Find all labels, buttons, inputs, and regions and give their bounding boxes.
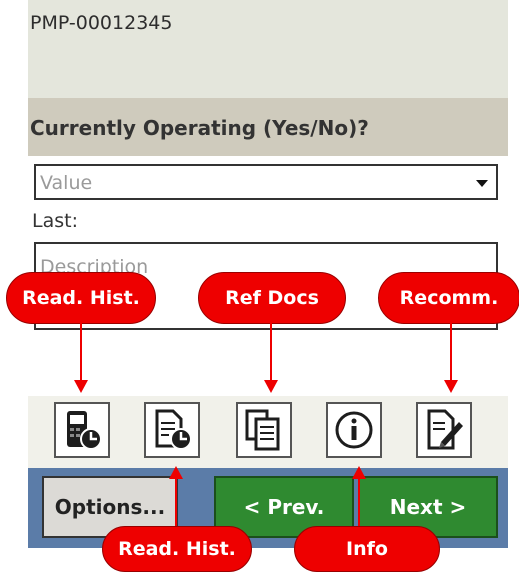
- pointer-read-hist-top: [80, 322, 82, 380]
- arrowhead: [444, 380, 458, 393]
- recommendation-button[interactable]: [416, 402, 472, 458]
- pointer-recomm: [450, 322, 452, 380]
- arrowhead: [169, 466, 183, 479]
- callout-read-hist-bottom: Read. Hist.: [102, 526, 252, 572]
- arrowhead: [74, 380, 88, 393]
- info-icon: [335, 411, 373, 449]
- header-area: PMP-00012345: [28, 0, 508, 98]
- reference-docs-icon: [245, 409, 280, 451]
- last-label: Last:: [32, 210, 78, 232]
- pointer-ref-docs: [270, 322, 272, 380]
- document-history-icon: [155, 409, 192, 450]
- document-history-button[interactable]: [144, 402, 200, 458]
- value-placeholder: Value: [40, 172, 93, 194]
- arrowhead: [264, 380, 278, 393]
- recommendation-icon: [427, 409, 463, 450]
- asset-id: PMP-00012345: [30, 12, 173, 34]
- icon-toolbar: [28, 396, 508, 468]
- info-button[interactable]: [326, 402, 382, 458]
- question-label: Currently Operating (Yes/No)?: [30, 116, 369, 140]
- callout-info: Info: [294, 526, 440, 572]
- device-history-button[interactable]: [54, 402, 110, 458]
- question-bar: Currently Operating (Yes/No)?: [28, 98, 508, 156]
- pointer-info: [358, 478, 360, 526]
- callout-recomm: Recomm.: [378, 272, 519, 324]
- value-dropdown[interactable]: Value: [34, 164, 498, 200]
- callout-read-hist-top: Read. Hist.: [6, 272, 156, 324]
- arrowhead: [352, 466, 366, 479]
- chevron-down-icon[interactable]: [476, 180, 488, 187]
- reference-docs-button[interactable]: [236, 402, 292, 458]
- callout-ref-docs: Ref Docs: [198, 272, 346, 324]
- pointer-read-hist-bottom: [175, 478, 177, 526]
- device-history-icon: [67, 411, 102, 450]
